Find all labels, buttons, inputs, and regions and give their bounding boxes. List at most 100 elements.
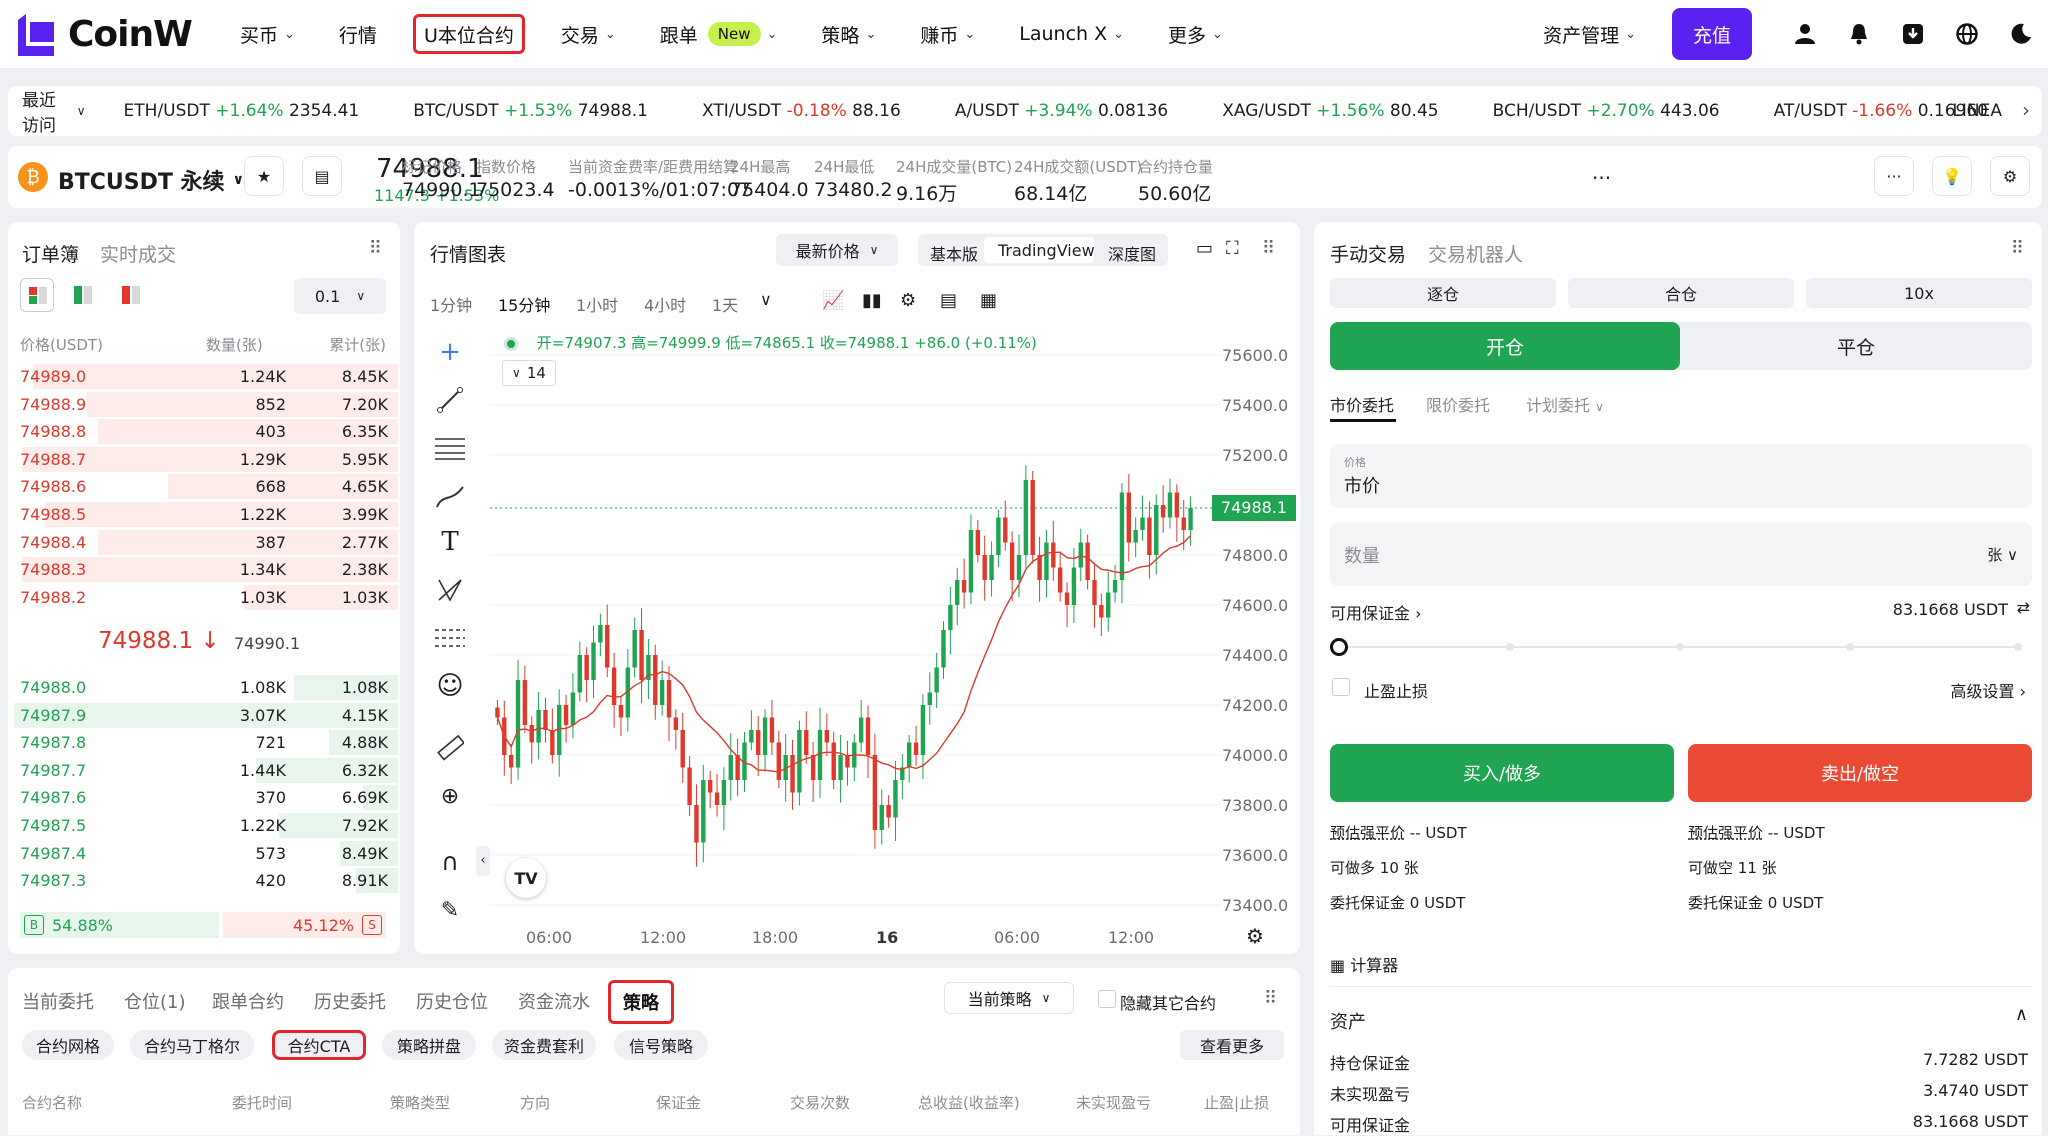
user-icon[interactable] — [1778, 14, 1832, 54]
orderbook-mid-price[interactable]: 74988.1 ↓ — [98, 628, 220, 654]
tab-trading-bot[interactable]: 交易机器人 — [1428, 240, 1523, 267]
view-asks-icon[interactable] — [122, 286, 140, 304]
pattern-icon[interactable] — [430, 570, 470, 610]
ticker-item[interactable]: ETH/USDT +1.64% 2354.41 — [124, 101, 360, 121]
precision-select[interactable]: 0.1 ∨ — [294, 278, 386, 314]
tab-0[interactable]: 当前委托 — [22, 988, 94, 1014]
tab-3[interactable]: 历史委托 — [314, 988, 386, 1014]
order-type-market[interactable]: 市价委托 — [1330, 392, 1394, 416]
price-field[interactable]: 价格 市价 — [1330, 444, 2032, 508]
interval-option[interactable]: 1分钟 — [430, 292, 472, 316]
ticker-item[interactable]: XAG/USDT +1.56% 80.45 — [1222, 101, 1438, 121]
view-basic[interactable]: 基本版 — [930, 241, 978, 265]
strategy-filter-select[interactable]: 当前策略 ∨ — [944, 982, 1074, 1014]
open-position-tab[interactable]: 开仓 — [1330, 322, 1680, 370]
chart-area[interactable] — [490, 330, 1220, 930]
bell-icon[interactable] — [1832, 14, 1886, 54]
tab-6[interactable]: 策略 — [608, 980, 674, 1024]
subtab-1[interactable]: 合约马丁格尔 — [130, 1030, 254, 1060]
table-row[interactable]: 74987.9 3.07K 4.15K — [12, 702, 398, 729]
hide-other-contracts-checkbox[interactable] — [1098, 990, 1116, 1008]
order-type-plan[interactable]: 计划委托 ∨ — [1526, 392, 1604, 416]
subtab-4[interactable]: 资金费套利 — [492, 1030, 596, 1060]
window-icon[interactable]: ▭ — [1196, 238, 1213, 259]
buy-long-button[interactable]: 买入/做多 — [1330, 744, 1674, 802]
settings-gear-icon[interactable]: ⚙ — [1990, 156, 2030, 196]
tab-orderbook[interactable]: 订单簿 — [22, 240, 79, 267]
drag-handle-icon[interactable]: ⠿ — [369, 238, 382, 259]
table-row[interactable]: 74987.7 1.44K 6.32K — [12, 757, 398, 784]
sell-short-button[interactable]: 卖出/做空 — [1688, 744, 2032, 802]
auto-scale-icon[interactable]: ⚙ — [1246, 924, 1264, 948]
drag-handle-icon[interactable]: ⠿ — [1264, 988, 1277, 1009]
table-row[interactable]: 74988.4 387 2.77K — [12, 529, 398, 556]
transfer-icon[interactable]: ⇄ — [2017, 598, 2030, 617]
favorite-star-icon[interactable]: ★ — [244, 156, 284, 196]
table-row[interactable]: 74988.7 1.29K 5.95K — [12, 446, 398, 473]
quantity-unit-select[interactable]: 张 ∨ — [1987, 544, 2018, 565]
more-options-icon[interactable]: ··· — [1874, 156, 1914, 196]
close-position-tab[interactable]: 平仓 — [1680, 322, 2032, 370]
leverage-slider[interactable] — [1330, 638, 2022, 656]
view-depth[interactable]: 深度图 — [1108, 241, 1156, 265]
tab-4[interactable]: 历史仓位 — [416, 988, 488, 1014]
price-type-select[interactable]: 最新价格 ∨ — [776, 234, 898, 266]
ruler-icon[interactable] — [430, 728, 470, 768]
view-bids-icon[interactable] — [74, 286, 92, 304]
collapse-toolbar-icon[interactable]: ‹ — [476, 846, 490, 876]
tab-manual-trade[interactable]: 手动交易 — [1330, 240, 1406, 267]
brand-logo[interactable]: CoinW — [18, 10, 193, 58]
quantity-field[interactable]: 数量 张 ∨ — [1330, 522, 2032, 586]
leverage-select[interactable]: 10x — [1806, 278, 2032, 308]
recent-visits-dropdown[interactable]: 最近访问 ∨ — [22, 86, 86, 136]
table-row[interactable]: 74987.6 370 6.69K — [12, 784, 398, 811]
nav-item-3[interactable]: 交易 ⌄ — [553, 14, 624, 54]
advanced-settings[interactable]: 高级设置 › — [1950, 678, 2026, 702]
chevron-right-icon[interactable]: › — [2022, 98, 2030, 122]
deposit-button[interactable]: 充值 — [1672, 8, 1752, 60]
table-row[interactable]: 74988.9 852 7.20K — [12, 391, 398, 418]
chart-settings-icon[interactable]: ⚙ — [900, 290, 916, 311]
tab-2[interactable]: 跟单合约 — [212, 988, 284, 1014]
nav-item-7[interactable]: Launch X ⌄ — [1011, 14, 1132, 54]
tab-1[interactable]: 仓位(1) — [124, 988, 186, 1014]
table-row[interactable]: 74988.6 668 4.65K — [12, 473, 398, 500]
moon-icon[interactable] — [1994, 14, 2048, 54]
lock-drawing-icon[interactable]: ✎ — [430, 890, 470, 930]
chevron-up-icon[interactable]: ∧ — [2015, 1004, 2028, 1025]
fib-lines-icon[interactable] — [430, 428, 470, 468]
zoom-in-icon[interactable]: ⊕ — [430, 776, 470, 816]
margin-mode-isolated[interactable]: 逐仓 — [1330, 278, 1556, 308]
globe-icon[interactable] — [1940, 14, 1994, 54]
ticker-item[interactable]: A/USDT +3.94% 0.08136 — [955, 101, 1168, 121]
calculator-link[interactable]: ▦ 计算器 — [1330, 952, 1398, 976]
drag-handle-icon[interactable]: ⠿ — [2011, 238, 2024, 259]
table-row[interactable]: 74988.8 403 6.35K — [12, 418, 398, 445]
table-row[interactable]: 74987.8 721 4.88K — [12, 729, 398, 756]
table-row[interactable]: 74988.5 1.22K 3.99K — [12, 501, 398, 528]
tradingview-logo[interactable]: TV — [506, 858, 546, 898]
order-type-limit[interactable]: 限价委托 — [1426, 392, 1490, 416]
interval-option[interactable]: 1小时 — [576, 292, 618, 316]
nav-item-8[interactable]: 更多 ⌄ — [1160, 14, 1231, 54]
trendline-icon[interactable] — [430, 380, 470, 420]
template-icon[interactable]: ▤ — [940, 290, 957, 311]
lightbulb-icon[interactable]: 💡 — [1932, 156, 1972, 196]
indicators-icon[interactable]: 📈 — [822, 290, 844, 311]
magnet-icon[interactable]: ∩ — [430, 842, 470, 882]
subtab-5[interactable]: 信号策略 — [614, 1030, 708, 1060]
margin-mode-combined[interactable]: 合仓 — [1568, 278, 1794, 308]
view-both-icon[interactable] — [20, 278, 54, 312]
nav-item-2[interactable]: U本位合约 — [412, 14, 525, 54]
table-row[interactable]: 74988.2 1.03K 1.03K — [12, 584, 398, 611]
table-row[interactable]: 74987.5 1.22K 7.92K — [12, 812, 398, 839]
interval-option[interactable]: 15分钟 — [498, 292, 550, 316]
nav-item-4[interactable]: 跟单 New ⌄ — [652, 14, 786, 54]
tab-5[interactable]: 资金流水 — [518, 988, 590, 1014]
chevron-down-icon[interactable]: ∨ — [760, 290, 772, 309]
view-more-button[interactable]: 查看更多 — [1180, 1030, 1284, 1060]
table-row[interactable]: 74988.3 1.34K 2.38K — [12, 556, 398, 583]
subtab-2[interactable]: 合约CTA — [272, 1030, 366, 1060]
brush-icon[interactable] — [430, 476, 470, 516]
symbol-selector[interactable]: BTCUSDT 永续 ∨ — [58, 164, 244, 196]
